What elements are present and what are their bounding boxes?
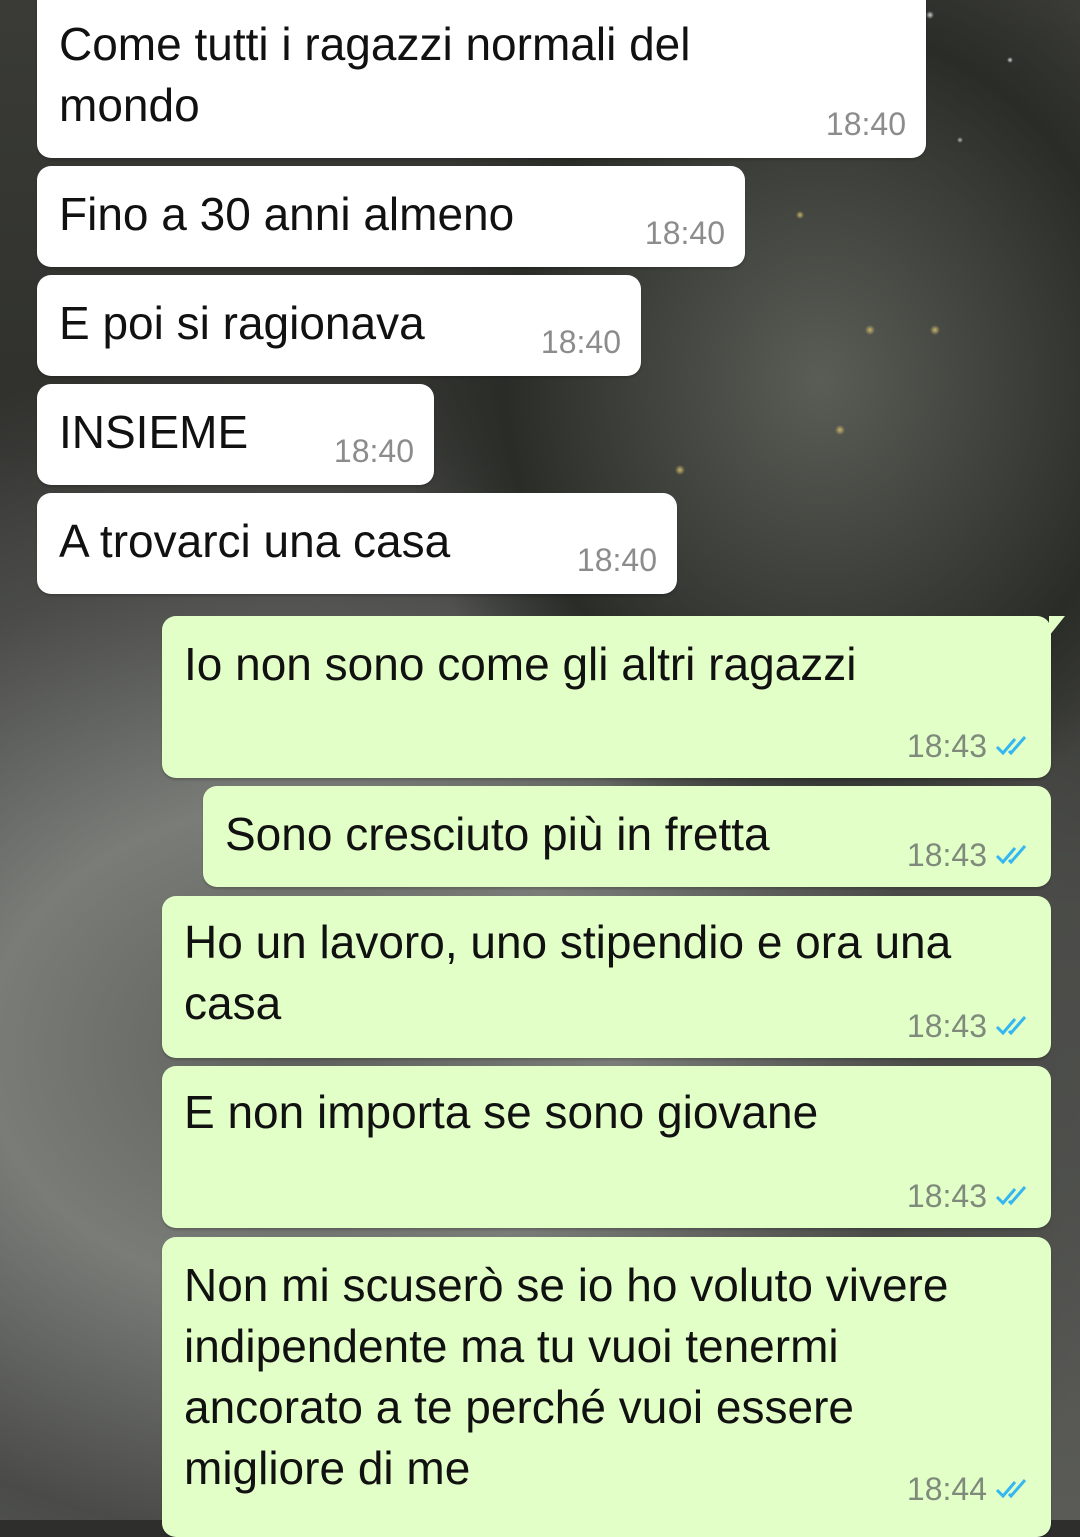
message-time: 18:40 [576, 542, 657, 578]
message-bubble-outgoing[interactable]: Io non sono come gli altri ragazzi 18:43 [162, 616, 1065, 778]
message-bubble-incoming[interactable]: INSIEME 18:40 [37, 384, 434, 485]
message-bubble-outgoing[interactable]: Sono cresciuto più in fretta 18:43 [203, 786, 1051, 887]
message-bubble-incoming[interactable]: E poi si ragionava 18:40 [37, 275, 641, 376]
message-bubble-outgoing[interactable]: Non mi scuserò se io ho voluto vivere in… [162, 1237, 1051, 1537]
message-meta: 18:44 [907, 1471, 1031, 1507]
double-check-icon [995, 1479, 1027, 1499]
double-check-icon [995, 1186, 1027, 1206]
message-time: 18:40 [644, 215, 725, 251]
message-text: Come tutti i ragazzi normali del mondo [59, 18, 691, 131]
message-text: E poi si ragionava [59, 297, 425, 349]
message-meta: 18:43 [907, 1008, 1031, 1044]
double-check-icon [995, 736, 1027, 756]
double-check-icon [995, 1016, 1027, 1036]
message-text: A trovarci una casa [59, 515, 451, 567]
message-bubble-incoming[interactable]: A trovarci una casa 18:40 [37, 493, 677, 594]
message-meta: 18:40 [826, 106, 906, 142]
bubble-tail [1049, 616, 1065, 636]
double-check-icon [995, 845, 1027, 865]
chat-message-list[interactable]: Come tutti i ragazzi normali del mondo 1… [0, 0, 1080, 1537]
message-bubble-incoming[interactable]: Fino a 30 anni almeno 18:40 [37, 166, 745, 267]
message-time: 18:43 [906, 728, 987, 764]
message-meta: 18:40 [645, 215, 725, 251]
message-text: Non mi scuserò se io ho voluto vivere in… [184, 1259, 949, 1494]
message-text: Io non sono come gli altri ragazzi [184, 638, 857, 690]
message-meta: 18:43 [907, 1178, 1031, 1214]
message-text: Fino a 30 anni almeno [59, 188, 515, 240]
message-bubble-outgoing[interactable]: Ho un lavoro, uno stipendio e ora una ca… [162, 896, 1051, 1058]
message-time: 18:43 [906, 1008, 987, 1044]
message-time: 18:40 [333, 433, 414, 469]
message-text: Ho un lavoro, uno stipendio e ora una ca… [184, 916, 952, 1029]
message-time: 18:44 [906, 1471, 987, 1507]
message-time: 18:40 [825, 106, 906, 142]
message-meta: 18:43 [907, 728, 1031, 764]
message-time: 18:43 [906, 837, 987, 873]
message-meta: 18:40 [334, 433, 414, 469]
message-bubble-incoming[interactable]: Come tutti i ragazzi normali del mondo 1… [37, 0, 926, 158]
message-time: 18:40 [540, 324, 621, 360]
message-time: 18:43 [906, 1178, 987, 1214]
message-text: E non importa se sono giovane [184, 1086, 819, 1138]
message-meta: 18:40 [577, 542, 657, 578]
message-meta: 18:40 [541, 324, 621, 360]
message-meta: 18:43 [907, 837, 1031, 873]
message-bubble-outgoing[interactable]: E non importa se sono giovane 18:43 [162, 1066, 1051, 1228]
